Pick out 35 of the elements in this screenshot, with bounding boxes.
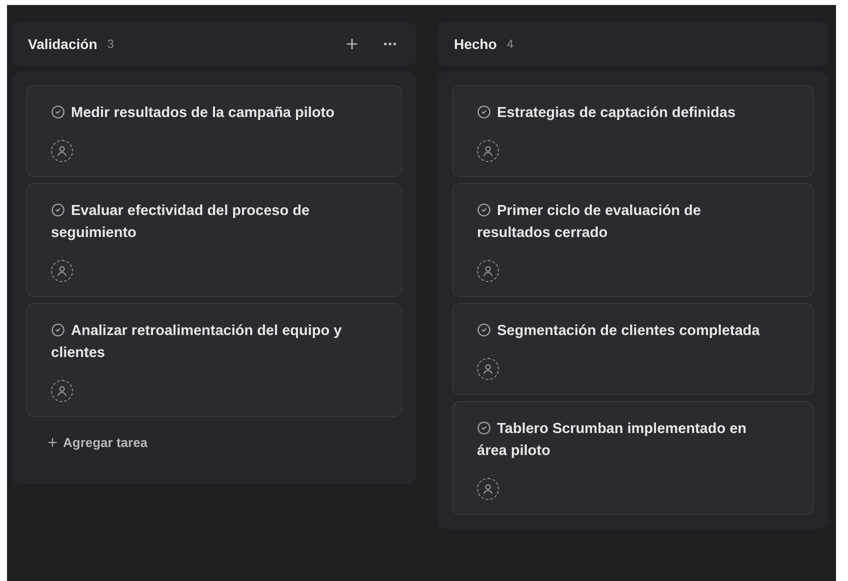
assignee-icon[interactable]: [477, 358, 499, 380]
assignee-icon[interactable]: [477, 140, 499, 162]
column-title: Hecho: [454, 36, 497, 52]
task-card[interactable]: Medir resultados de la campaña piloto: [26, 85, 402, 177]
check-circle-icon[interactable]: [477, 421, 491, 435]
plus-icon: [46, 436, 59, 449]
task-count: 3: [107, 37, 114, 51]
task-card[interactable]: Tablero Scrumban implementado en área piloto: [452, 401, 814, 515]
add-icon[interactable]: [344, 36, 360, 52]
check-circle-icon[interactable]: [477, 323, 491, 337]
task-card[interactable]: Segmentación de clientes completada: [452, 303, 814, 395]
check-circle-icon[interactable]: [51, 105, 65, 119]
task-card[interactable]: Analizar retroalimentación del equipo y clientes: [26, 303, 402, 417]
assignee-icon[interactable]: [477, 478, 499, 500]
task-title: Tablero Scrumban implementado en área piloto: [477, 420, 748, 461]
task-title: Estrategias de captación definidas: [477, 102, 769, 124]
task-title: Primer ciclo de evaluación de resultados cerrado: [477, 202, 702, 243]
column-title: Validación: [28, 36, 98, 52]
task-card[interactable]: Estrategias de captación definidas: [452, 85, 814, 177]
task-title: Medir resultados de la campaña piloto: [51, 102, 357, 124]
assignee-icon[interactable]: [51, 140, 73, 162]
add-task-button[interactable]: Agregar tarea: [26, 423, 148, 470]
assignee-icon[interactable]: [51, 380, 73, 402]
task-card[interactable]: Primer ciclo de evaluación de resultados cerrado: [452, 183, 814, 297]
check-circle-icon[interactable]: [51, 203, 65, 217]
task-title: Analizar retroalimentación del equipo y clientes: [51, 322, 343, 363]
task-title: Evaluar efectividad del proceso de seguimiento: [51, 202, 311, 243]
task-count: 4: [506, 37, 514, 51]
check-circle-icon[interactable]: [477, 203, 491, 217]
task-card[interactable]: Evaluar efectividad del proceso de seguimiento: [26, 183, 402, 297]
task-title: Segmentación de clientes completada: [477, 320, 769, 342]
assignee-icon[interactable]: [477, 260, 499, 282]
check-circle-icon[interactable]: [51, 323, 65, 337]
assignee-icon[interactable]: [51, 260, 73, 282]
check-circle-icon[interactable]: [477, 105, 491, 119]
